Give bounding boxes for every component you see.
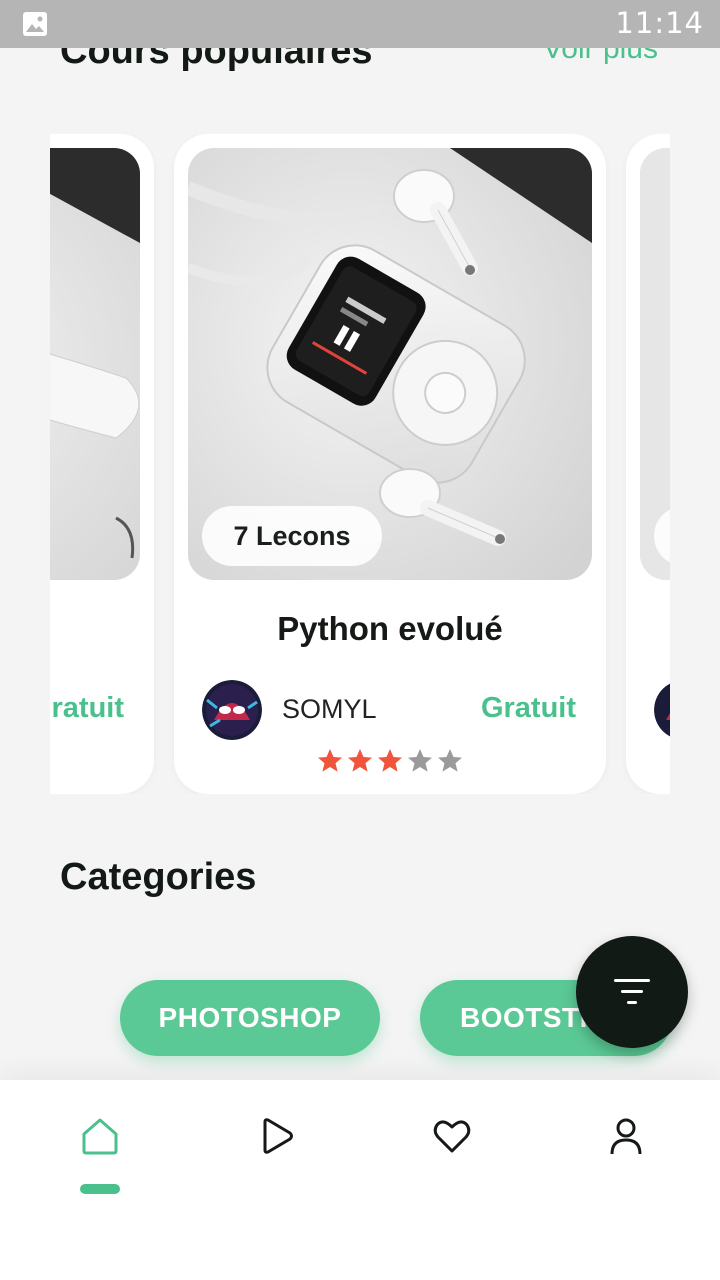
course-card[interactable]: Gratuit [50, 134, 154, 794]
home-icon [82, 1118, 118, 1155]
lessons-count-badge: 7 Lecons [202, 506, 382, 566]
play-icon [263, 1118, 293, 1154]
nav-favorites[interactable] [412, 1116, 492, 1196]
course-card[interactable] [626, 134, 670, 794]
nav-play[interactable] [236, 1116, 316, 1196]
star-filled-icon [318, 749, 342, 772]
bottom-navigation [0, 1080, 720, 1280]
categories-title: Categories [60, 856, 257, 898]
rating-stars [174, 748, 606, 774]
course-author: SOMYL [282, 694, 377, 724]
star-empty-icon [408, 749, 432, 772]
course-price: Gratuit [480, 692, 576, 724]
clock: 11:14 [615, 6, 704, 40]
category-chip-photoshop[interactable]: PHOTOSHOP [120, 980, 380, 1056]
star-empty-icon [438, 749, 462, 772]
course-title: Python evolué [277, 610, 503, 647]
app-screen: 11:14 Cours populaires Voir plus ratuit … [0, 0, 720, 1280]
status-bar: 11:14 [0, 0, 720, 48]
nav-profile[interactable] [586, 1116, 666, 1196]
avatar [654, 680, 670, 740]
course-card[interactable]: 7 Lecons Python evolué SOMYL Gratuit [174, 134, 606, 794]
course-image: 7 Lecons [188, 148, 592, 580]
course-image [50, 148, 140, 580]
star-filled-icon [378, 749, 402, 772]
course-image [640, 148, 670, 580]
star-filled-icon [348, 749, 372, 772]
course-carousel[interactable]: Gratuit [50, 134, 670, 794]
active-tab-indicator [80, 1184, 120, 1194]
filter-icon [614, 979, 650, 1004]
user-icon [610, 1118, 642, 1155]
image-icon [23, 12, 47, 36]
filter-button[interactable] [576, 936, 688, 1048]
heart-icon [433, 1120, 471, 1153]
avatar [202, 680, 262, 740]
course-price: Gratuit [50, 692, 124, 724]
